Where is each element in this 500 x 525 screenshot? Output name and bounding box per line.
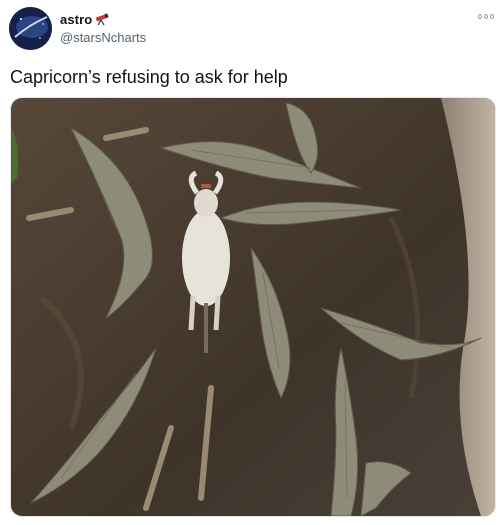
telescope-icon xyxy=(96,13,109,26)
author-name-row[interactable]: astro xyxy=(60,12,110,27)
tweet-card[interactable]: astro @starsNcharts Capricorn’s refusing… xyxy=(0,0,500,525)
goat-crocodiles-photo xyxy=(11,98,495,516)
author-handle[interactable]: @starsNcharts xyxy=(60,30,146,45)
ellipsis-icon xyxy=(478,14,482,19)
author-display-name[interactable]: astro xyxy=(60,12,92,27)
ellipsis-icon xyxy=(490,14,494,19)
more-options-button[interactable] xyxy=(478,14,494,20)
tweet-media-photo[interactable] xyxy=(10,97,496,517)
avatar[interactable] xyxy=(9,7,52,50)
tweet-text: Capricorn’s refusing to ask for help xyxy=(10,67,288,87)
galaxy-avatar-icon xyxy=(9,7,52,50)
ellipsis-icon xyxy=(484,14,488,19)
